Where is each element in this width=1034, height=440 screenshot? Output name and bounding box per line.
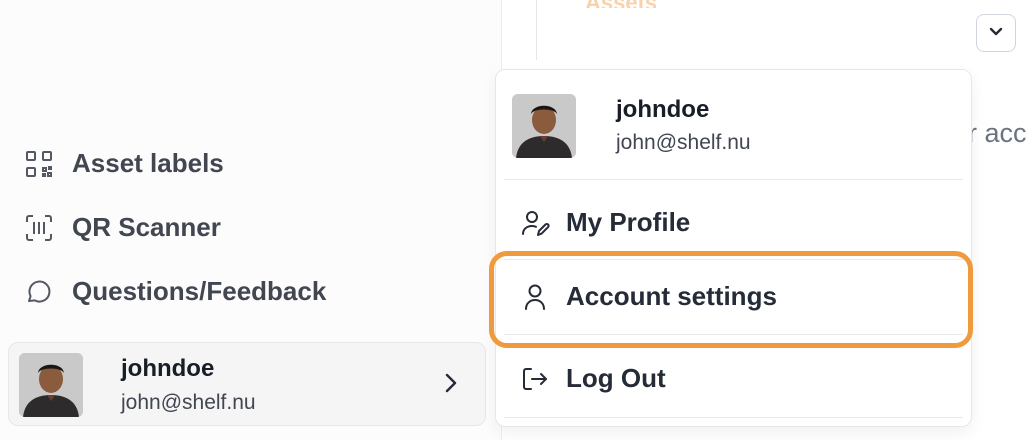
menu-item-log-out[interactable]: Log Out xyxy=(520,363,666,394)
avatar xyxy=(512,94,576,158)
user-email: john@shelf.nu xyxy=(121,391,256,414)
menu-item-label: My Profile xyxy=(566,207,691,237)
page-heading-faded: Assets xyxy=(585,0,800,8)
sidebar: Asset labels QR Scanner Questions/Feedba… xyxy=(0,0,502,440)
sidebar-item-asset-labels[interactable]: Asset labels xyxy=(24,148,224,179)
sidebar-item-label: QR Scanner xyxy=(72,212,221,242)
message-circle-icon xyxy=(24,277,54,307)
highlight-outline xyxy=(489,251,973,348)
sidebar-item-label: Asset labels xyxy=(72,148,224,178)
menu-item-my-profile[interactable]: My Profile xyxy=(520,207,690,238)
expand-button[interactable] xyxy=(976,14,1016,52)
panel-border xyxy=(536,0,537,60)
background-text: r acc xyxy=(968,118,1027,148)
divider xyxy=(504,179,963,180)
user-edit-icon xyxy=(520,208,550,238)
menu-item-label: Log Out xyxy=(566,363,666,393)
scan-icon xyxy=(24,213,54,243)
dropdown-user-name: johndoe xyxy=(616,96,710,123)
avatar xyxy=(19,353,83,417)
log-out-icon xyxy=(520,364,550,394)
sidebar-item-qr-scanner[interactable]: QR Scanner xyxy=(24,212,221,243)
sidebar-item-questions-feedback[interactable]: Questions/Feedback xyxy=(24,276,326,307)
user-name: johndoe xyxy=(121,355,215,382)
sidebar-user-card[interactable]: johndoe john@shelf.nu xyxy=(8,342,486,426)
chevron-right-icon xyxy=(439,369,463,402)
qr-code-icon xyxy=(24,149,54,179)
sidebar-item-label: Questions/Feedback xyxy=(72,276,327,306)
chevron-down-icon xyxy=(986,21,1006,46)
dropdown-user-email: john@shelf.nu xyxy=(616,131,751,154)
divider xyxy=(504,417,963,418)
user-dropdown-menu: johndoe john@shelf.nu My Profile Account… xyxy=(495,69,972,427)
